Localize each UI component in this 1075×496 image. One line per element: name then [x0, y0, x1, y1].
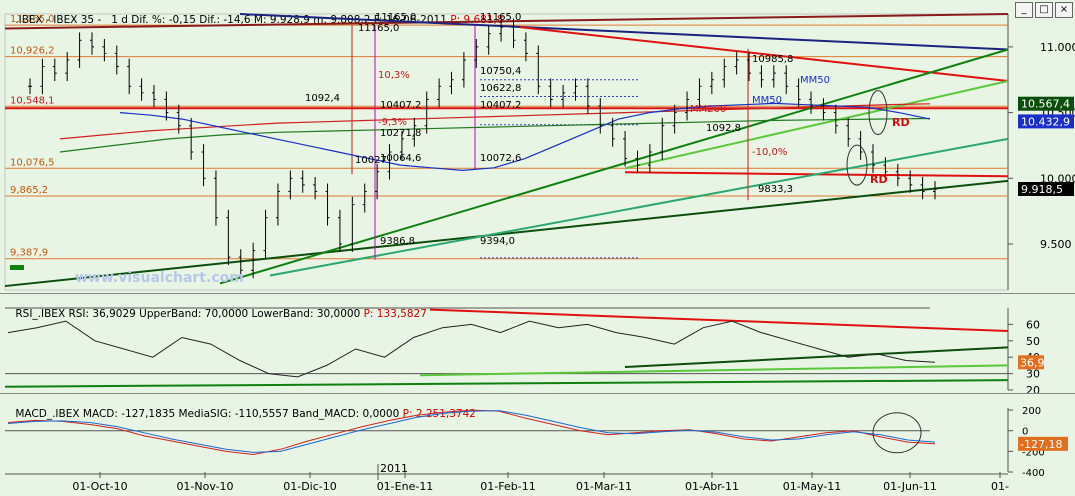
y-tick-label: -400 [1022, 468, 1045, 479]
chart-annotation: -9,3% [378, 117, 407, 128]
chart-annotation: 10027 [355, 155, 387, 166]
x-tick-label: 01-Nov-10 [176, 480, 233, 493]
price-chart[interactable]: 11,165,0 10,926,2 10,548,1 10,076,5 9,865,2 9… [0, 0, 1075, 293]
price-badge-label: 9.918,5 [1021, 183, 1063, 196]
chart-annotation: 10271,8 [380, 128, 421, 139]
chart-annotation: 9386,8 [380, 236, 415, 247]
x-tick-label: 01-Dic-10 [283, 480, 337, 493]
chart-annotation: 10750,4 [480, 66, 521, 77]
chart-annotation: 1092,8 [706, 123, 741, 134]
y-tick-label: 60 [1026, 318, 1040, 331]
rsi-resistance [429, 308, 1009, 332]
rsi-green-2 [4, 379, 1009, 388]
macd-line [7, 409, 936, 456]
chart-annotation: -10,0% [752, 147, 787, 158]
macd-badge-label: -127,18 [1020, 438, 1062, 451]
chart-annotation: 10072,6 [480, 153, 521, 164]
macd-chart[interactable]: 2000-200-400-127,1801-Oct-10 01-Nov-10 01-… [0, 394, 1075, 496]
chart-annotation: 11165,0 [375, 12, 416, 23]
macd-signal-line [7, 410, 936, 453]
x-tick-label: 01- [991, 480, 1009, 493]
chart-annotation: 11165,0 [480, 12, 521, 23]
watermark: www.visualchart.com [75, 270, 244, 286]
x-tick-label: 01-Feb-11 [480, 480, 535, 493]
level-label: 10,548,1 [10, 95, 55, 106]
chart-annotation: RD [870, 173, 888, 186]
level-label: 11,165,0 [10, 14, 55, 25]
chart-annotation: 1092,4 [305, 93, 340, 104]
chart-annotation: 9833,3 [758, 184, 793, 195]
level-label: 9,387,9 [10, 248, 48, 259]
chart-annotation: MM50 [752, 95, 782, 106]
chart-annotation: 9394,0 [480, 236, 515, 247]
chart-annotation: MM50 [800, 75, 830, 86]
macd-circle [872, 412, 922, 454]
price-badge-label: 10.567,4 [1021, 98, 1070, 111]
chart-annotation: RD [892, 116, 910, 129]
level-label: 10,076,5 [10, 157, 55, 168]
rsi-chart[interactable]: 605040302036,9 [0, 294, 1075, 394]
y-tick-label: 200 [1022, 406, 1041, 417]
x-tick-label: 01-Oct-10 [72, 480, 127, 493]
y-tick-label: 0 [1022, 427, 1028, 438]
year-marker-label: 2011 [380, 462, 408, 475]
level-label: 10,926,2 [10, 46, 55, 57]
legend-swatch [10, 265, 24, 270]
plot-area [4, 13, 1009, 291]
chart-annotation: 10,3% [378, 70, 410, 81]
y-tick-label: 11.000 [1040, 41, 1075, 54]
y-tick-label: 50 [1026, 335, 1040, 348]
ma-50 [119, 102, 931, 172]
x-tick-label: 01-Abr-11 [685, 480, 739, 493]
ma-green [59, 117, 931, 153]
green-light-line [624, 80, 1009, 170]
macd-panel[interactable]: MACD_.IBEX MACD: -127,1835 MediaSIG: -11… [0, 393, 1075, 496]
x-tick-label: 01-May-11 [783, 480, 841, 493]
uptrend-green [219, 48, 1009, 285]
x-tick-label: 01-Ene-11 [377, 480, 434, 493]
rsi-badge-label: 36,9 [1020, 356, 1045, 369]
chart-annotation: 10622,8 [480, 83, 521, 94]
rsi-support [624, 346, 1009, 369]
rsi-panel[interactable]: RSI_.IBEX RSI: 36,9029 UpperBand: 70,000… [0, 293, 1075, 394]
y-tick-label: 30 [1026, 368, 1040, 381]
chart-annotation: 11165,0 [358, 23, 399, 34]
price-badge-label: 10.432,9 [1021, 115, 1070, 128]
x-tick-label: 01-Mar-11 [576, 480, 632, 493]
y-tick-label: 9.500 [1040, 238, 1072, 251]
x-tick-label: 01-Jun-11 [883, 480, 937, 493]
chart-annotation: MM200 [690, 104, 726, 115]
chart-annotation: 10407,2 [480, 100, 521, 111]
level-label: 9,865,2 [10, 185, 48, 196]
chart-annotation: 10985,8 [752, 54, 793, 65]
price-panel[interactable]: .IBEX - IBEX 35 - 1 d Dif. %: -0,15 Dif.… [0, 0, 1075, 293]
chart-annotation: 10407,2 [380, 100, 421, 111]
